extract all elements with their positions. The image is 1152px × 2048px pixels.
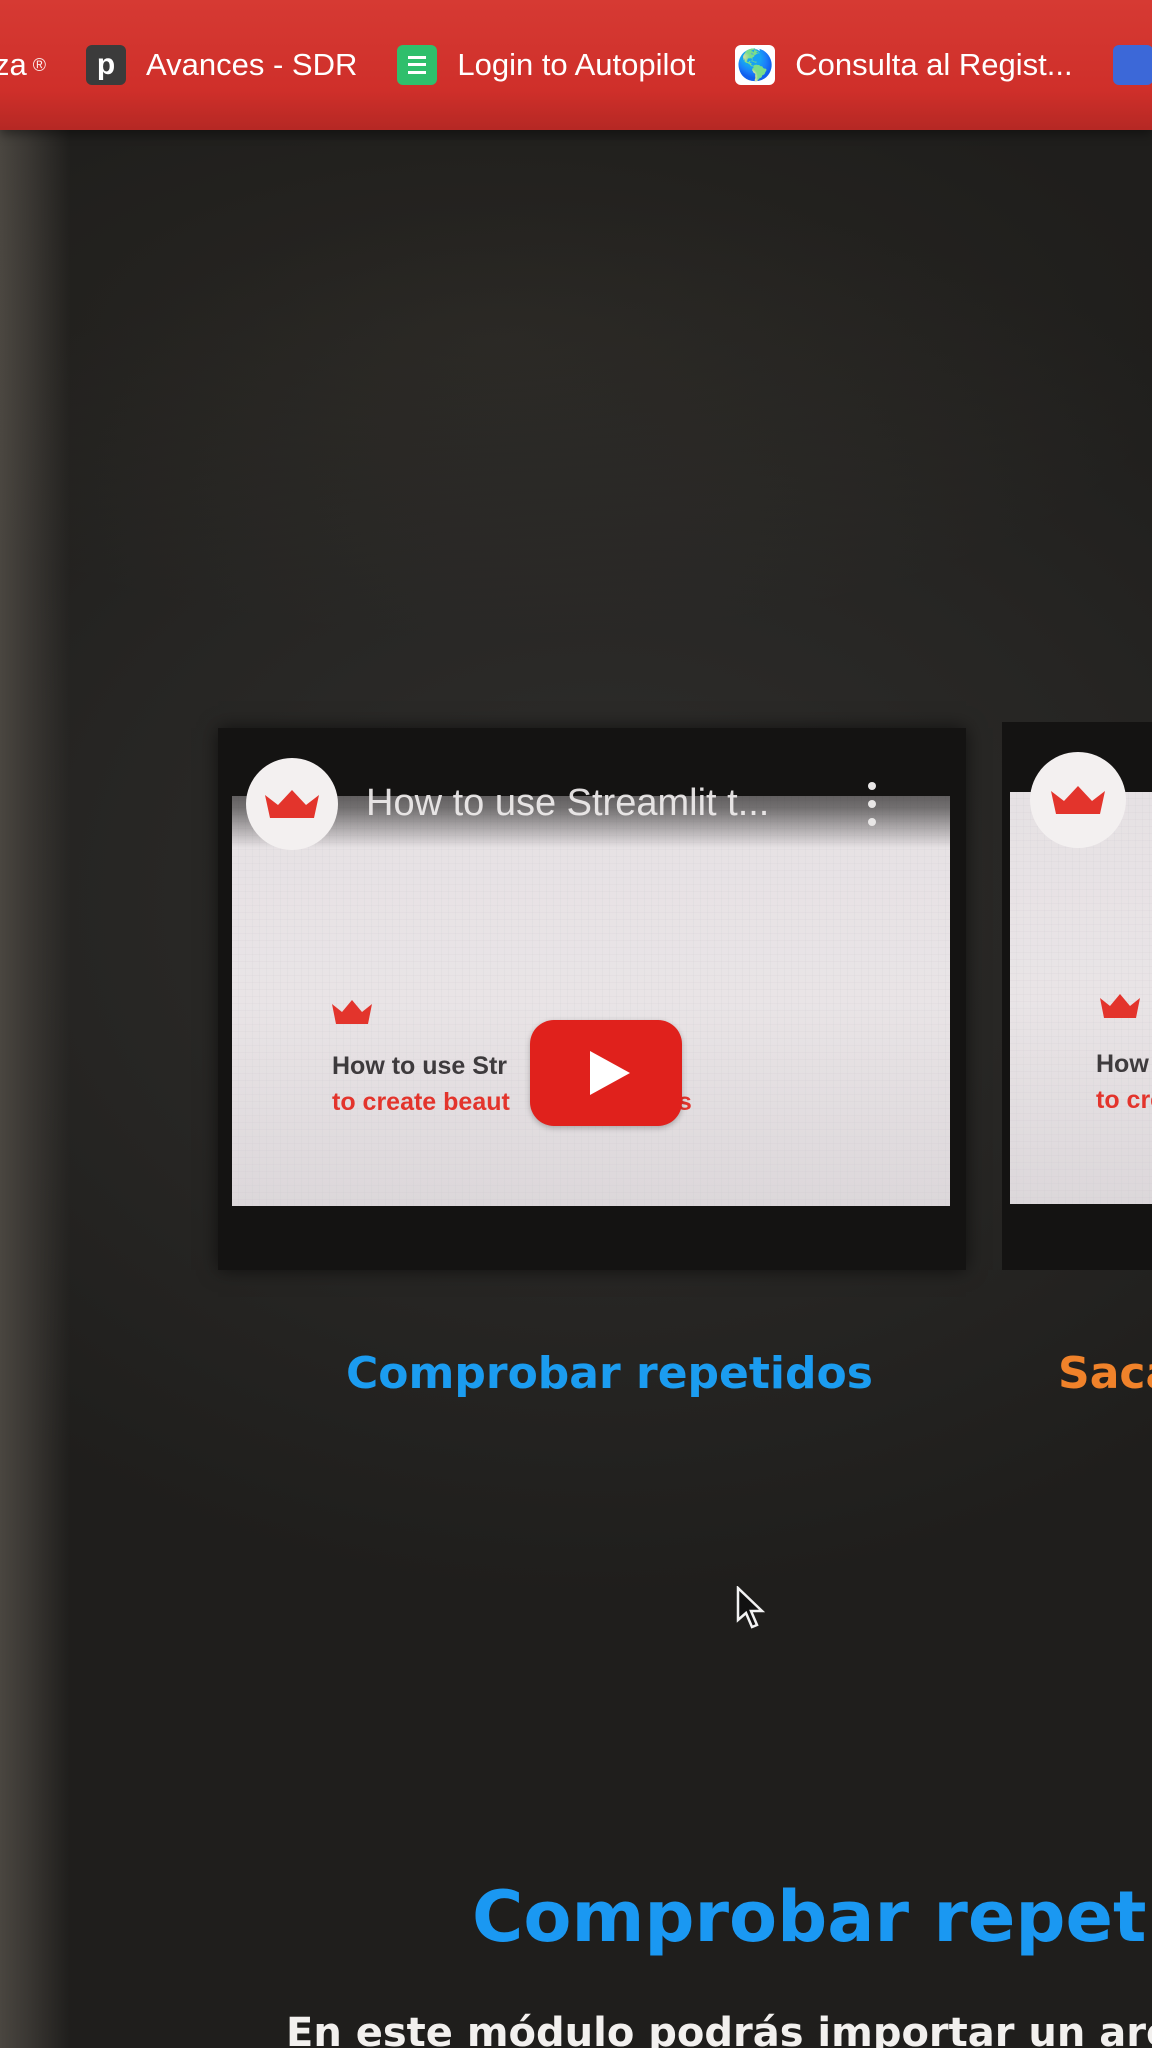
streamlit-crown-icon xyxy=(330,998,374,1030)
thumbnail-text-line2: to cre xyxy=(1096,1086,1152,1114)
channel-avatar[interactable] xyxy=(1030,752,1126,848)
bookmark-label: Login to Autopilot xyxy=(457,47,696,82)
section-heading: Comprobar repetidos xyxy=(472,1876,1152,1958)
video-thumbnail[interactable]: How to cre xyxy=(1010,792,1152,1204)
bookmark-consulta-registro[interactable]: 🌎 Consulta al Regist... xyxy=(735,45,1073,85)
card-label-sacar[interactable]: Saca xyxy=(1058,1348,1152,1399)
bookmark-trail: ® xyxy=(32,54,47,75)
play-icon xyxy=(590,1051,630,1095)
streamlit-crown-icon xyxy=(1051,786,1105,814)
monitor-bezel xyxy=(0,0,70,2048)
bookmark-avances-sdr[interactable]: p Avances - SDR xyxy=(86,45,357,85)
youtube-play-button[interactable] xyxy=(530,1020,682,1126)
bookmark-label: Consulta al Regist... xyxy=(795,47,1073,82)
bookmark-label: za xyxy=(0,47,27,82)
mouse-cursor-icon xyxy=(736,1585,766,1634)
thumbnail-text-line1: How xyxy=(1096,1050,1149,1078)
video-title[interactable]: How to use Streamlit t... xyxy=(366,782,846,825)
youtube-video-embed-2[interactable]: How to cre xyxy=(1002,722,1152,1270)
bookmark-login-autopilot[interactable]: Login to Autopilot xyxy=(397,45,695,85)
bookmark-partial-icon xyxy=(1112,45,1152,85)
streamlit-crown-icon xyxy=(265,790,319,818)
globe-icon: 🌎 xyxy=(735,45,776,85)
card-label-comprobar-repetidos[interactable]: Comprobar repetidos xyxy=(346,1348,873,1399)
streamlit-crown-icon xyxy=(1098,992,1142,1024)
bookmark-next-partial[interactable] xyxy=(1112,45,1152,85)
bookmark-label: Avances - SDR xyxy=(146,47,358,82)
more-options-icon[interactable] xyxy=(866,782,878,826)
bookmarks-bar: za ® p Avances - SDR Login to Autopilot … xyxy=(0,0,1152,130)
browser-screen: za ® p Avances - SDR Login to Autopilot … xyxy=(0,0,1152,2048)
thumbnail-text-line1: How to use Str xyxy=(332,1052,508,1080)
channel-avatar[interactable] xyxy=(246,758,338,850)
youtube-video-embed[interactable]: How to use Str to create beaut s How to u… xyxy=(218,728,966,1270)
bookmark-za[interactable]: za ® xyxy=(0,47,46,83)
thumbnail-text-line2-start: to create beaut xyxy=(332,1088,510,1116)
autopilot-icon xyxy=(397,45,438,85)
section-description: En este módulo podrás importar un arch xyxy=(286,2010,1152,2048)
screen-glare xyxy=(0,140,1152,740)
p-letter-icon: p xyxy=(86,45,127,85)
video-thumbnail[interactable]: How to use Str to create beaut s xyxy=(232,796,950,1206)
